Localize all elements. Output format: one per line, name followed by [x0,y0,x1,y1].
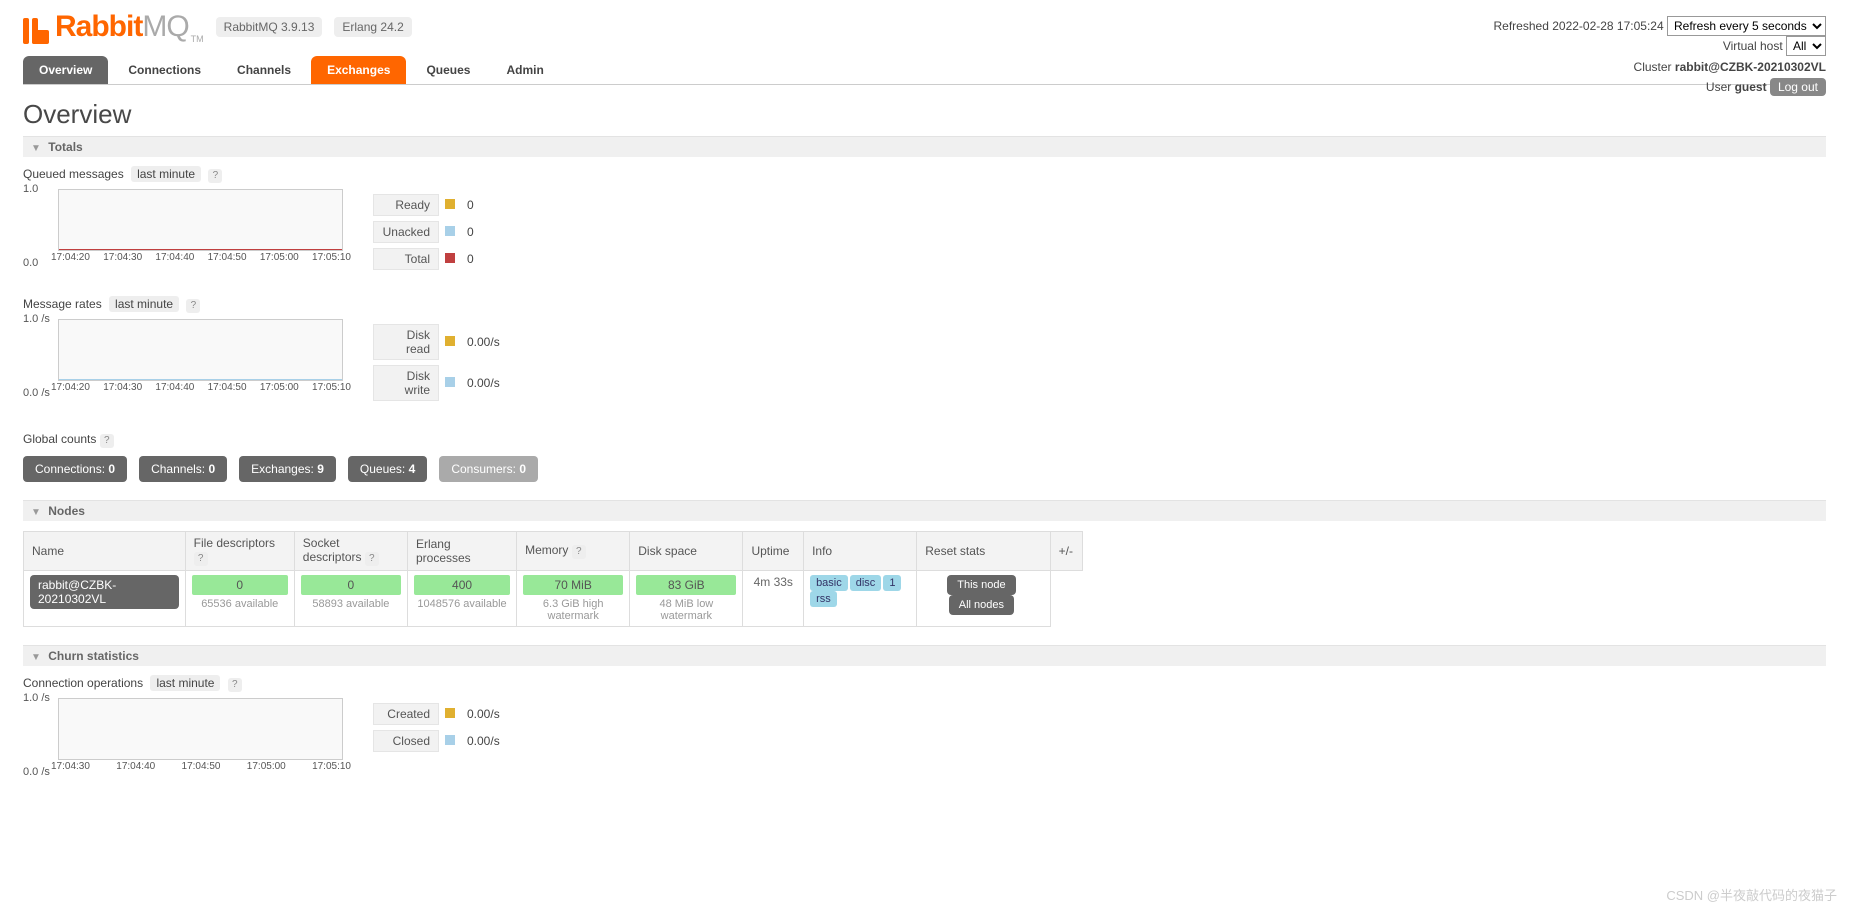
watermark: CSDN @半夜敲代码的夜猫子 [1666,885,1837,904]
tab-connections[interactable]: Connections [112,56,217,84]
rates-legend: Disk read0.00/s Disk write0.00/s [373,319,506,406]
node-name[interactable]: rabbit@CZBK-20210302VL [30,575,179,609]
help-icon[interactable]: ? [186,299,200,313]
help-icon[interactable]: ? [100,434,114,448]
reset-all-nodes-button[interactable]: All nodes [949,595,1014,615]
caret-down-icon: ▼ [31,652,41,663]
count-channels[interactable]: Channels: 0 [139,456,227,482]
section-churn-header[interactable]: ▼ Churn statistics [23,645,1826,666]
queued-label: Queued messages [23,167,124,181]
section-churn-title: Churn statistics [48,649,139,663]
refreshed-label: Refreshed [1494,19,1549,33]
table-header-row: Name File descriptors ? Socket descripto… [24,532,1083,571]
churn-chart: 1.0 /s 0.0 /s 17:04:30 17:04:40 17:04:50… [23,698,343,772]
swatch-icon [445,336,455,346]
help-icon[interactable]: ? [365,552,379,566]
queued-chart: 1.0 0.0 17:04:20 17:04:30 17:04:40 17:04… [23,189,343,263]
count-consumers[interactable]: Consumers: 0 [439,456,538,482]
churn-conn-label: Connection operations [23,676,143,690]
churn-legend: Created0.00/s Closed0.00/s [373,698,506,757]
rates-label: Message rates [23,297,102,311]
section-totals-title: Totals [48,140,82,154]
table-row: rabbit@CZBK-20210302VL 065536 available … [24,571,1083,627]
rabbitmq-icon [23,18,49,44]
info-pill-disc[interactable]: disc [850,575,882,591]
info-pill-1[interactable]: 1 [883,575,901,591]
info-pill-rss[interactable]: rss [810,591,837,607]
section-nodes-header[interactable]: ▼ Nodes [23,500,1826,521]
user-label: User [1706,80,1731,94]
help-icon[interactable]: ? [228,678,242,692]
help-icon[interactable]: ? [572,545,586,559]
logo-text: RabbitMQ [55,10,189,44]
status-area: Refreshed 2022-02-28 17:05:24 Refresh ev… [1494,16,1827,98]
swatch-icon [445,226,455,236]
global-counts-label: Global counts [23,432,96,446]
section-totals-header[interactable]: ▼ Totals [23,136,1826,157]
expand-column[interactable]: +/- [1050,532,1082,571]
swatch-icon [445,735,455,745]
caret-down-icon: ▼ [31,143,41,154]
cluster-label: Cluster [1634,60,1672,74]
user-name: guest [1735,80,1767,94]
logo-tm: TM [191,34,204,44]
section-nodes-title: Nodes [48,504,85,518]
erlang-version: Erlang 24.2 [334,17,411,37]
tab-channels[interactable]: Channels [221,56,307,84]
nodes-table: Name File descriptors ? Socket descripto… [23,531,1083,627]
count-exchanges[interactable]: Exchanges: 9 [239,456,336,482]
logo[interactable]: RabbitMQ TM [23,10,204,44]
caret-down-icon: ▼ [31,507,41,518]
swatch-icon [445,708,455,718]
swatch-icon [445,199,455,209]
count-connections[interactable]: Connections: 0 [23,456,127,482]
rates-time-window[interactable]: last minute [109,296,179,312]
tab-queues[interactable]: Queues [410,56,486,84]
swatch-icon [445,253,455,263]
logout-button[interactable]: Log out [1770,78,1826,96]
queued-legend: Ready0 Unacked0 Total0 [373,189,480,275]
tab-overview[interactable]: Overview [23,56,108,84]
churn-time-window[interactable]: last minute [150,675,220,691]
info-pill-basic[interactable]: basic [810,575,848,591]
count-queues[interactable]: Queues: 4 [348,456,427,482]
queued-time-window[interactable]: last minute [131,166,201,182]
node-uptime: 4m 33s [743,571,804,627]
rates-chart: 1.0 /s 0.0 /s 17:04:20 17:04:30 17:04:40… [23,319,343,393]
tab-exchanges[interactable]: Exchanges [311,56,406,84]
swatch-icon [445,377,455,387]
reset-this-node-button[interactable]: This node [947,575,1015,595]
tab-admin[interactable]: Admin [490,56,559,84]
cluster-name: rabbit@CZBK-20210302VL [1675,60,1826,74]
help-icon[interactable]: ? [208,169,222,183]
refreshed-time: 2022-02-28 17:05:24 [1552,19,1663,33]
vhost-select[interactable]: All [1786,36,1826,56]
page-title: Overview [23,99,1826,130]
global-counts: Connections: 0 Channels: 0 Exchanges: 9 … [23,456,1826,482]
rabbitmq-version: RabbitMQ 3.9.13 [216,17,323,37]
refresh-interval-select[interactable]: Refresh every 5 seconds [1667,16,1826,36]
vhost-label: Virtual host [1723,39,1783,53]
help-icon[interactable]: ? [194,552,208,566]
